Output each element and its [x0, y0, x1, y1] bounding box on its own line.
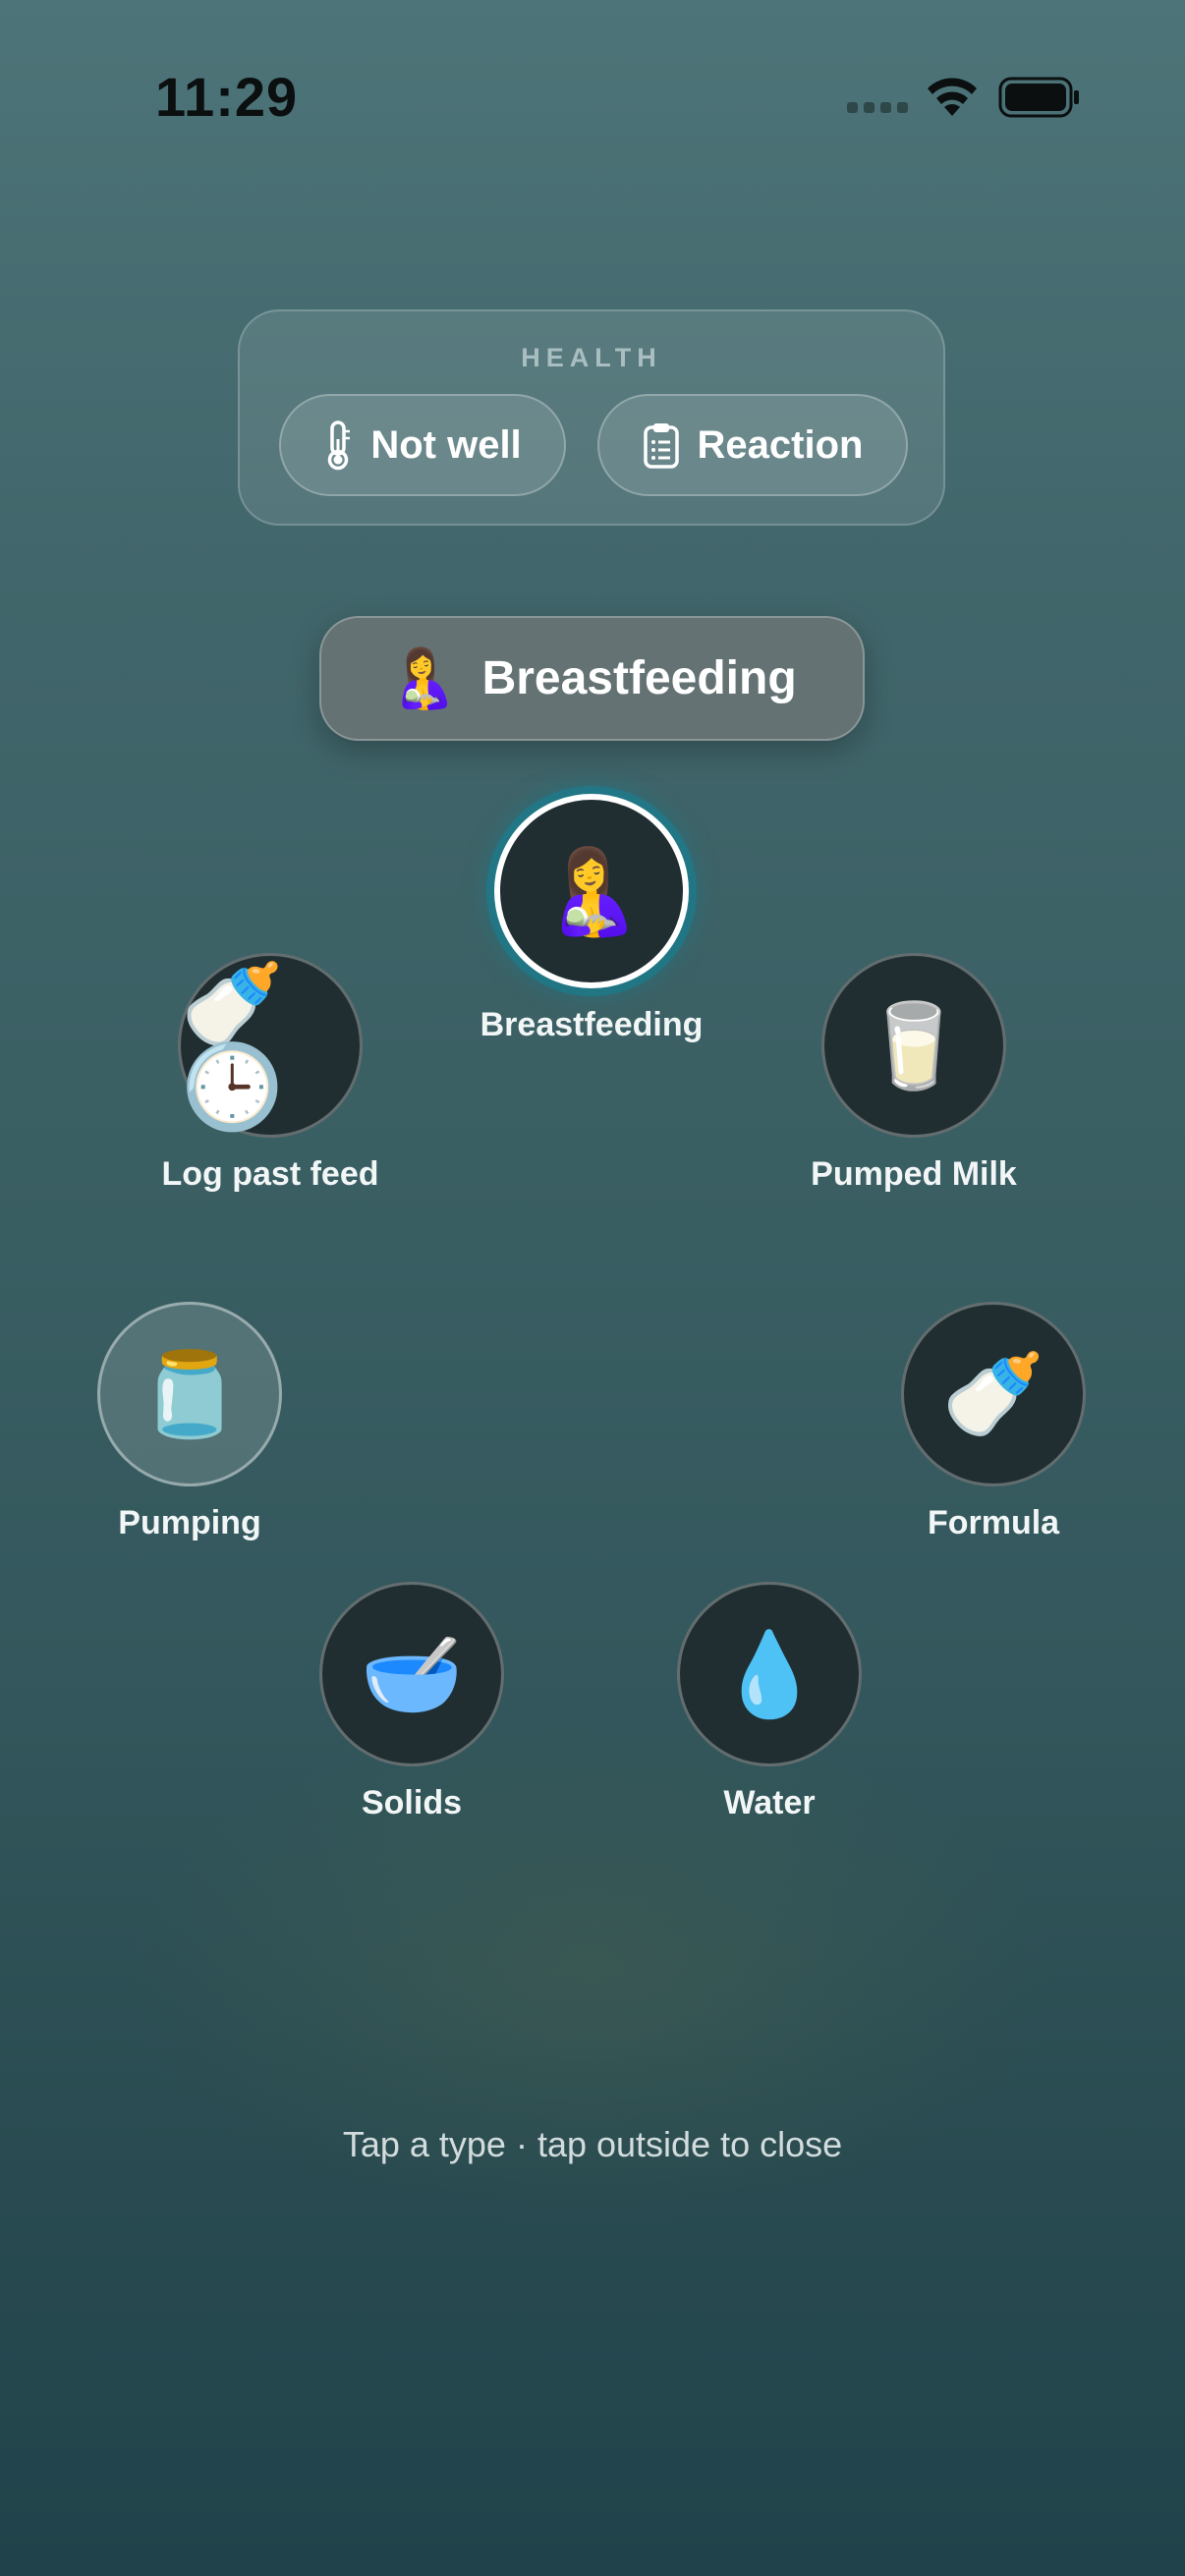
option-pumped-milk[interactable]: 🥛 Pumped Milk	[766, 953, 1061, 1194]
health-title: HEALTH	[521, 343, 662, 372]
selected-type-label: Breastfeeding	[481, 652, 797, 704]
selected-type-banner[interactable]: 🤱 Breastfeeding	[319, 616, 865, 741]
option-label: Pumped Milk	[811, 1155, 1017, 1193]
bowl-spoon-icon[interactable]: 🥣	[319, 1582, 504, 1766]
baby-bottle-icon[interactable]: 🍼	[901, 1302, 1086, 1486]
option-solids[interactable]: 🥣 Solids	[264, 1582, 559, 1822]
option-breastfeeding[interactable]: 🤱 Breastfeeding	[444, 794, 739, 1044]
health-panel: HEALTH Not well Reaction	[238, 309, 945, 526]
option-pumping[interactable]: 🫙 Pumping	[42, 1302, 337, 1542]
option-label: Breastfeeding	[480, 1006, 704, 1043]
not-well-button[interactable]: Not well	[279, 394, 566, 496]
thermometer-icon	[328, 420, 351, 471]
breastfeeding-icon[interactable]: 🤱	[494, 794, 689, 988]
battery-icon	[998, 77, 1079, 118]
milk-glass-icon[interactable]: 🥛	[821, 953, 1006, 1138]
reaction-button[interactable]: Reaction	[597, 394, 908, 496]
option-label: Solids	[361, 1784, 463, 1821]
option-water[interactable]: 💧 Water	[622, 1582, 917, 1822]
wifi-icon	[928, 78, 977, 116]
option-label: Log past feed	[161, 1155, 379, 1193]
jar-icon[interactable]: 🫙	[97, 1302, 282, 1486]
option-label: Formula	[927, 1504, 1060, 1541]
water-droplet-icon[interactable]: 💧	[677, 1582, 862, 1766]
not-well-label: Not well	[370, 422, 522, 467]
option-label: Pumping	[118, 1504, 261, 1541]
cellular-signal-icon	[847, 102, 908, 118]
close-hint: Tap a type · tap outside to close	[342, 2124, 843, 2164]
breastfeeding-icon: 🤱	[387, 645, 459, 710]
status-time: 11:29	[155, 66, 299, 128]
option-log-past-feed[interactable]: 🍼🕒 Log past feed	[123, 953, 418, 1194]
reaction-label: Reaction	[697, 422, 864, 467]
option-label: Water	[723, 1784, 816, 1821]
bottle-clock-icon[interactable]: 🍼🕒	[178, 953, 363, 1138]
clipboard-icon	[643, 423, 679, 469]
option-formula[interactable]: 🍼 Formula	[846, 1302, 1141, 1542]
